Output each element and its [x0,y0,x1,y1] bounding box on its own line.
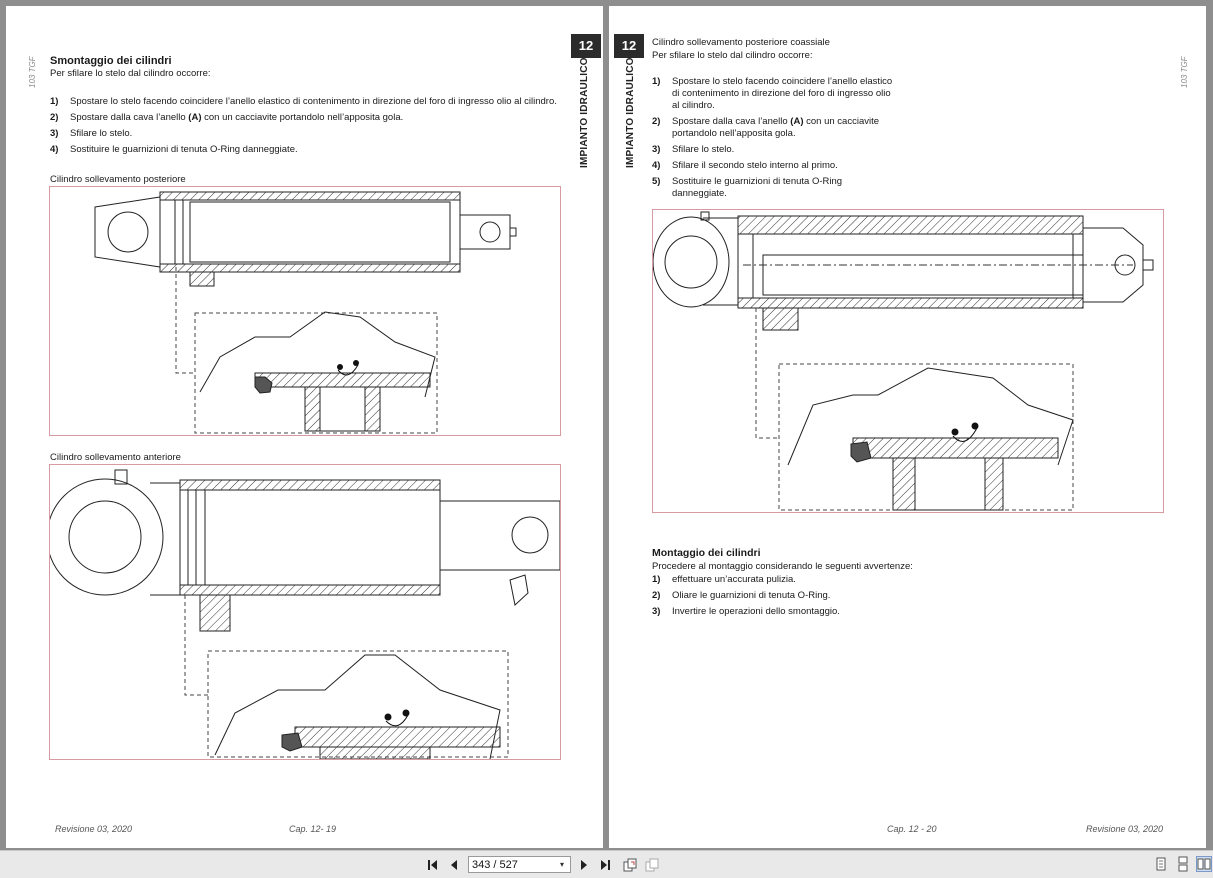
step-item: 2) Spostare dalla cava l’anello (A) con u… [50,112,404,123]
coaxial-cylinder-svg [653,211,1154,511]
rear-cylinder-svg [94,191,517,434]
side-document-code: 103 TGF [28,56,37,88]
step-item: 2) Oliare le guarnizioni di tenuta O-Ring… [652,590,831,601]
last-page-icon[interactable] [597,857,613,873]
figure2-caption: Cilindro sollevamento anteriore [50,452,181,463]
side-document-code: 103 TGF [1180,56,1189,88]
continuous-view-icon[interactable] [1175,856,1191,872]
step-item: 1) Spostare lo stelo facendo coincidere l… [50,96,557,107]
first-page-icon[interactable] [425,857,441,873]
document-page-right: 12 IMPIANTO IDRAULICO 103 TGF Cilindro s… [609,6,1206,848]
previous-page-icon[interactable] [446,857,462,873]
front-cylinder-svg [50,469,560,759]
assembly-intro: Procedere al montaggio considerando le s… [652,561,913,572]
viewer-toolbar: ▾ [0,850,1213,878]
step-item: 1) Spostare lo stelo facendo coincidere l… [652,76,893,111]
page-number-field[interactable]: ▾ [468,856,571,873]
rotate-icon[interactable] [622,857,638,873]
page-number-input[interactable] [469,857,556,872]
disassembly-intro: Per sfilare lo stelo dal cilindro occorr… [50,68,211,79]
next-page-icon[interactable] [576,857,592,873]
front-lift-cylinder-drawing [49,464,561,760]
disassembly-heading: Smontaggio dei cilindri [50,55,172,67]
document-page-left: 103 TGF 12 IMPIANTO IDRAULICO Smontaggio… [6,6,603,848]
assembly-steps: 1) effettuare un’accurata pulizia. 2) Olia… [652,574,952,622]
disassembly-steps: 1) Spostare lo stelo facendo coincidere l… [50,96,560,160]
step-item: 5) Sostituire le guarnizioni di tenuta O-… [652,176,843,199]
chapter-title-vertical: IMPIANTO IDRAULICO [579,57,590,168]
single-page-view-icon[interactable] [1153,856,1169,872]
footer-page-number: Cap. 12 - 20 [887,824,937,834]
fit-page-icon[interactable] [644,857,660,873]
coaxial-cylinder-title: Cilindro sollevamento posteriore coassia… [652,37,830,48]
footer-revision: Revisione 03, 2020 [55,824,133,834]
page-dropdown-icon[interactable]: ▾ [556,857,568,872]
chapter-number-box: 12 [614,34,644,58]
step-item: 3) Sfilare lo stelo. [50,128,133,139]
step-item: 1) effettuare un’accurata pulizia. [652,574,796,585]
facing-pages-view-icon[interactable] [1196,856,1212,872]
footer-page-number: Cap. 12- 19 [289,824,337,834]
chapter-title-vertical: IMPIANTO IDRAULICO [625,57,636,168]
step-item: 4) Sfilare il secondo stelo interno al pr… [652,160,838,171]
figure1-caption: Cilindro sollevamento posteriore [50,174,186,185]
step-item: 3) Invertire le operazioni dello smontagg… [652,606,840,617]
step-item: 3) Sfilare lo stelo. [652,144,735,155]
footer-revision: Revisione 03, 2020 [1086,824,1164,834]
assembly-heading: Montaggio dei cilindri [652,547,761,559]
coaxial-cylinder-drawing [652,209,1164,513]
coaxial-steps: 1) Spostare lo stelo facendo coincidere l… [652,76,897,204]
chapter-number-box: 12 [571,34,601,58]
step-item: 2) Spostare dalla cava l’anello (A) con u… [652,116,880,139]
rear-lift-cylinder-drawing [49,186,561,436]
step-item: 4) Sostituire le guarnizioni di tenuta O-… [50,144,298,155]
coaxial-intro: Per sfilare lo stelo dal cilindro occorr… [652,50,813,61]
